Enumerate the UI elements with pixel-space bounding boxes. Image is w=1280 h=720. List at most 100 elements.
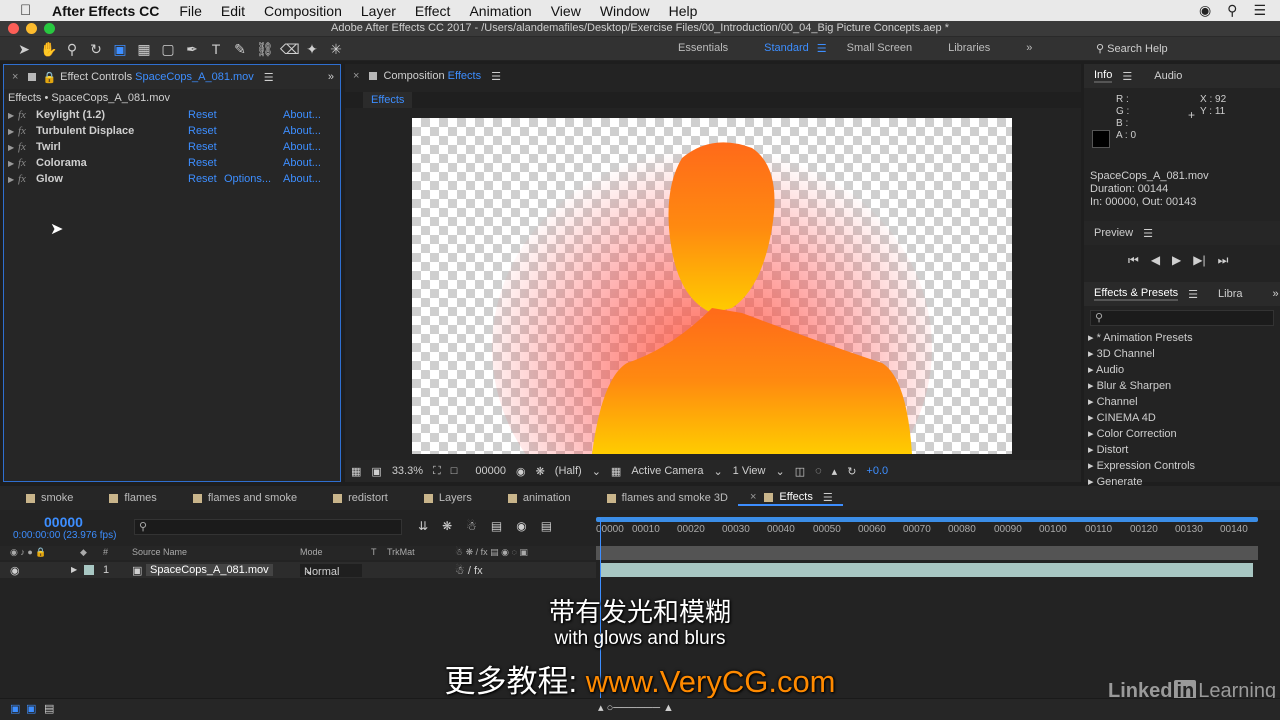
expand-triangle-icon[interactable]: ▶ <box>71 565 77 574</box>
expand-panel-icon[interactable]: » <box>328 71 334 83</box>
reset-exposure-icon[interactable]: ↻ <box>847 465 856 478</box>
layer-name[interactable]: SpaceCops_A_081.mov <box>146 564 273 576</box>
effects-category[interactable]: ▸ CINEMA 4D <box>1084 410 1280 426</box>
effect-reset-link[interactable]: Reset <box>188 157 224 169</box>
effects-category[interactable]: ▸ * Animation Presets <box>1084 330 1280 346</box>
panel-menu-icon[interactable]: ☰ <box>491 70 501 83</box>
tab-libraries[interactable]: Libra <box>1218 288 1242 300</box>
layer-switches[interactable]: ☃ / fx <box>455 564 483 577</box>
always-preview-icon[interactable]: ▦ <box>351 465 361 478</box>
workspace-essentials[interactable]: Essentials <box>678 42 728 55</box>
play-icon[interactable]: ▶ <box>1172 253 1181 268</box>
expand-triangle-icon[interactable]: ▶ <box>8 175 18 184</box>
fx-icon[interactable]: fx <box>18 141 36 153</box>
effect-controls-tab[interactable]: × 🔒 Effect Controls SpaceCops_A_081.mov … <box>4 65 340 89</box>
exposure-value[interactable]: +0.0 <box>866 465 888 477</box>
effect-row-twirl[interactable]: ▶ fx Twirl Reset About... <box>4 139 340 155</box>
flowchart-icon[interactable]: ▴ <box>832 465 838 478</box>
in-out-toggle-icon[interactable]: ▤ <box>44 702 54 715</box>
effects-category[interactable]: ▸ Channel <box>1084 394 1280 410</box>
close-tab-icon[interactable]: × <box>353 70 359 82</box>
transparency-grid-icon[interactable]: ▦ <box>611 465 621 478</box>
notification-list-icon[interactable]: ☰ <box>1253 2 1266 19</box>
fx-icon[interactable]: fx <box>18 125 36 137</box>
more-tabs-icon[interactable]: » <box>1273 288 1279 300</box>
menu-layer[interactable]: Layer <box>361 3 396 19</box>
apple-icon[interactable]:  <box>20 2 38 19</box>
camera-tool-icon[interactable]: ▣ <box>112 41 128 57</box>
close-tab-icon[interactable]: × <box>12 71 18 83</box>
fast-preview-icon[interactable]: ◌ <box>815 465 822 477</box>
previous-frame-icon[interactable]: ◀ <box>1151 253 1160 268</box>
panel-lock-icon[interactable] <box>28 73 37 81</box>
workspace-standard[interactable]: Standard <box>764 42 809 55</box>
layer-switches-toggle-icon[interactable]: ▣ <box>10 702 20 715</box>
menu-animation[interactable]: Animation <box>469 3 531 19</box>
pan-behind-tool-icon[interactable]: ▦ <box>136 41 152 57</box>
chevron-down-icon[interactable]: ⌄ <box>592 465 601 478</box>
resolution-dropdown[interactable]: (Half) <box>555 465 582 477</box>
eye-icon[interactable]: ◉ <box>10 564 20 577</box>
effect-reset-link[interactable]: Reset <box>188 173 224 185</box>
effects-category[interactable]: ▸ 3D Channel <box>1084 346 1280 362</box>
effect-about-link[interactable]: About... <box>283 173 321 185</box>
creative-cloud-icon[interactable]: ◉ <box>1199 2 1211 19</box>
magnification-dropdown[interactable]: 33.3% <box>392 465 423 477</box>
comp-flowchart-icon[interactable]: ⇊ <box>418 519 428 533</box>
column-trkmat[interactable]: TrkMat <box>387 547 415 557</box>
menu-effect[interactable]: Effect <box>415 3 451 19</box>
effects-category[interactable]: ▸ Expression Controls <box>1084 458 1280 474</box>
motion-blur-icon[interactable]: ◉ <box>516 519 526 533</box>
fx-icon[interactable]: fx <box>18 109 36 121</box>
composition-name[interactable]: Effects <box>448 70 481 82</box>
timeline-tab-flames[interactable]: flames <box>83 492 166 504</box>
region-icon[interactable]: □ <box>451 465 458 477</box>
menu-view[interactable]: View <box>551 3 581 19</box>
composition-subtab[interactable]: Effects <box>363 92 413 108</box>
column-mode[interactable]: Mode <box>300 547 323 557</box>
zoom-slider[interactable]: ▴ ○────── ▲ <box>598 701 674 714</box>
zoom-tool-icon[interactable]: ⚲ <box>64 41 80 57</box>
effects-category[interactable]: ▸ Color Correction <box>1084 426 1280 442</box>
effects-category[interactable]: ▸ Audio <box>1084 362 1280 378</box>
snapshot-camera-icon[interactable]: ◉ <box>516 465 526 478</box>
blend-mode-dropdown[interactable]: Normal ⌄ <box>300 564 362 578</box>
next-frame-icon[interactable]: ▶| <box>1193 253 1205 268</box>
app-menu[interactable]: After Effects CC <box>52 3 159 19</box>
frame-blending-icon[interactable]: ▤ <box>491 519 502 533</box>
panel-menu-icon[interactable]: ☰ <box>1143 227 1153 240</box>
rectangle-tool-icon[interactable]: ▢ <box>160 41 176 57</box>
effect-reset-link[interactable]: Reset <box>188 109 224 121</box>
column-source-name[interactable]: Source Name <box>132 547 187 557</box>
menu-file[interactable]: File <box>179 3 202 19</box>
tab-preview[interactable]: Preview <box>1094 227 1133 239</box>
rotation-tool-icon[interactable]: ↻ <box>88 41 104 57</box>
timeline-tab-effects[interactable]: × Effects ☰ <box>737 491 843 506</box>
panel-menu-icon[interactable]: ☰ <box>1188 288 1198 301</box>
work-area-bar[interactable] <box>596 517 1258 522</box>
effect-row-glow[interactable]: ▶ fx Glow Reset Options... About... <box>4 171 340 187</box>
menu-edit[interactable]: Edit <box>221 3 245 19</box>
timeline-tab-smoke[interactable]: smoke <box>0 492 83 504</box>
time-ruler[interactable]: 00000 00010 00020 00030 00040 00050 0006… <box>596 517 1258 538</box>
effect-options-link[interactable]: Options... <box>224 173 283 185</box>
tab-info[interactable]: Info <box>1094 69 1113 83</box>
spotlight-search-icon[interactable]: ⚲ <box>1227 2 1237 19</box>
menu-help[interactable]: Help <box>669 3 698 19</box>
current-time-field[interactable]: 00000 <box>475 465 506 477</box>
column-t[interactable]: T <box>371 547 377 557</box>
effects-category[interactable]: ▸ Distort <box>1084 442 1280 458</box>
label-column-icon[interactable]: ◆ <box>80 547 87 558</box>
view-layout-dropdown[interactable]: 1 View <box>733 465 766 477</box>
layer-duration-bar[interactable] <box>601 563 1253 577</box>
timeline-search-input[interactable]: ⚲ <box>134 519 402 535</box>
clone-stamp-tool-icon[interactable]: ⛓ <box>256 41 274 57</box>
timeline-tab-redistort[interactable]: redistort <box>307 492 398 504</box>
more-workspaces-icon[interactable]: » <box>1026 42 1032 55</box>
effect-about-link[interactable]: About... <box>283 109 321 121</box>
timeline-tab-flames-and-smoke-3d[interactable]: flames and smoke 3D <box>581 492 738 504</box>
type-tool-icon[interactable]: T <box>208 41 224 57</box>
eraser-tool-icon[interactable]: ⌫ <box>280 41 300 57</box>
graph-editor-icon[interactable]: ▤ <box>541 519 552 533</box>
menu-composition[interactable]: Composition <box>264 3 342 19</box>
